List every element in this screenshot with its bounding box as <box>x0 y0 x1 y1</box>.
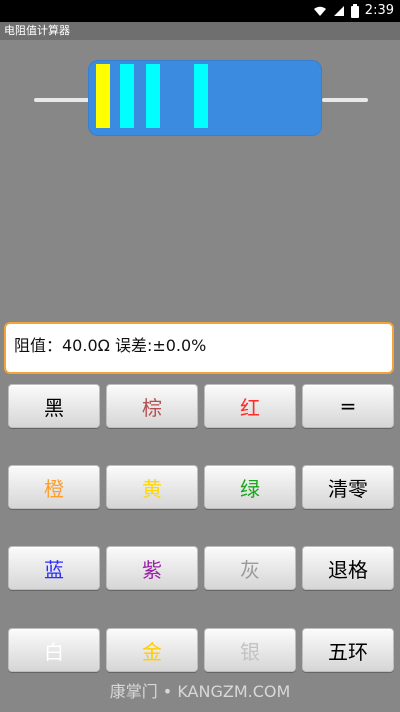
five-band-button[interactable]: 五环 <box>302 628 394 672</box>
status-bar: 2:39 <box>0 0 400 22</box>
resistor-illustration <box>0 40 400 160</box>
battery-icon <box>350 4 359 18</box>
signal-icon <box>333 5 345 17</box>
wifi-icon <box>313 5 327 17</box>
button-label: 银 <box>240 639 260 664</box>
status-time: 2:39 <box>364 3 394 18</box>
button-label: 白 <box>44 639 64 664</box>
color-button-brown[interactable]: 棕 <box>106 384 198 428</box>
resistor-band-1 <box>96 64 110 128</box>
resistor-lead-left <box>34 98 90 102</box>
backspace-button[interactable]: 退格 <box>302 546 394 590</box>
button-label: 红 <box>240 395 260 420</box>
color-button-purple[interactable]: 紫 <box>106 546 198 590</box>
equals-button[interactable]: = <box>302 384 394 428</box>
color-button-blue[interactable]: 蓝 <box>8 546 100 590</box>
color-button-silver[interactable]: 银 <box>204 628 296 672</box>
app-bar: 电阻值计算器 <box>0 22 400 40</box>
result-display: 阻值：40.0Ω 误差:±0.0% <box>4 322 394 374</box>
color-button-gray[interactable]: 灰 <box>204 546 296 590</box>
button-label: 退格 <box>328 557 368 582</box>
color-button-red[interactable]: 红 <box>204 384 296 428</box>
color-button-yellow[interactable]: 黄 <box>106 465 198 509</box>
button-label: 黑 <box>44 395 64 420</box>
color-button-green[interactable]: 绿 <box>204 465 296 509</box>
button-label: 绿 <box>240 476 260 501</box>
watermark-text: 康掌门 • KANGZM.COM <box>109 682 291 701</box>
clear-button[interactable]: 清零 <box>302 465 394 509</box>
button-label: 五环 <box>328 639 368 664</box>
button-label: 紫 <box>142 557 162 582</box>
color-button-gold[interactable]: 金 <box>106 628 198 672</box>
button-label: 金 <box>142 639 162 664</box>
resistor-band-3 <box>146 64 160 128</box>
button-label: 橙 <box>44 476 64 501</box>
color-button-orange[interactable]: 橙 <box>8 465 100 509</box>
button-label: = <box>339 394 357 418</box>
button-label: 清零 <box>328 476 368 501</box>
button-label: 黄 <box>142 476 162 501</box>
resistor-band-4 <box>194 64 208 128</box>
status-icons: 2:39 <box>313 3 394 19</box>
app-title: 电阻值计算器 <box>4 24 70 37</box>
button-label: 灰 <box>240 557 260 582</box>
result-text: 阻值：40.0Ω 误差:±0.0% <box>14 336 207 355</box>
color-button-black[interactable]: 黑 <box>8 384 100 428</box>
button-label: 棕 <box>142 395 162 420</box>
resistor-band-2 <box>120 64 134 128</box>
resistor-lead-right <box>322 98 368 102</box>
button-label: 蓝 <box>44 557 64 582</box>
color-button-white[interactable]: 白 <box>8 628 100 672</box>
